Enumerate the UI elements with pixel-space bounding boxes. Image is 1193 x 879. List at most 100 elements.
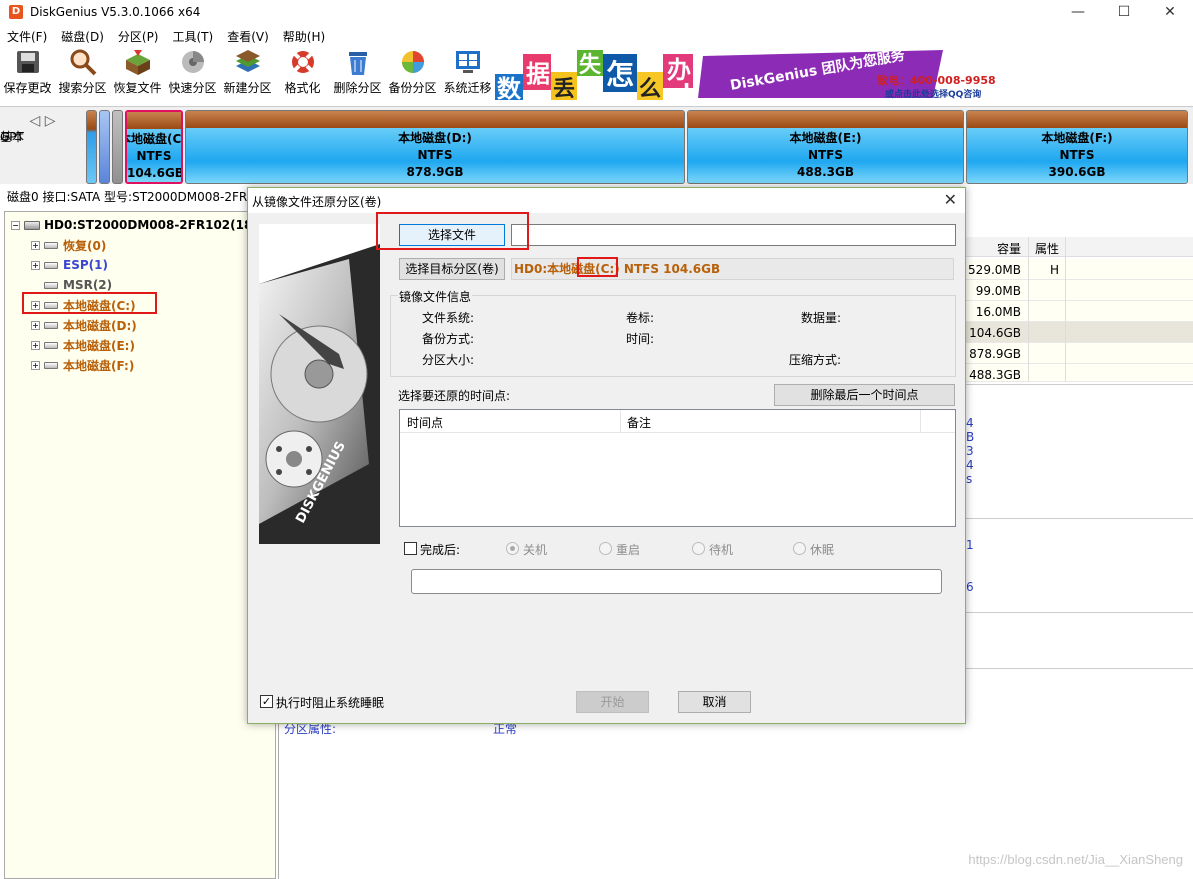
column-note[interactable]: 备注: [627, 414, 651, 431]
system-migration-button[interactable]: 系统迁移: [440, 48, 495, 100]
app-logo-icon: D: [9, 5, 23, 19]
expand-icon[interactable]: +: [31, 240, 40, 250]
partition-block-esp[interactable]: [99, 110, 110, 184]
capacity-cell: 529.0MB: [968, 263, 1021, 277]
tree-item-label: ESP(1): [63, 258, 108, 272]
menu-disk[interactable]: 磁盘(D): [54, 28, 111, 45]
expand-icon[interactable]: +: [31, 320, 40, 330]
start-button[interactable]: 开始: [576, 691, 649, 713]
hibernate-radio[interactable]: [793, 542, 806, 555]
menu-tools[interactable]: 工具(T): [166, 28, 221, 45]
tree-item-label: 恢复(0): [63, 238, 107, 253]
capacity-cell: 16.0MB: [975, 305, 1021, 319]
image-file-path-input[interactable]: [511, 224, 956, 246]
expand-icon[interactable]: +: [31, 340, 40, 350]
format-button[interactable]: 格式化: [275, 48, 330, 100]
partition-cap: [688, 111, 963, 128]
table-row[interactable]: 488.3GB: [965, 364, 1193, 382]
window-controls: — ☐ ✕: [1055, 0, 1193, 24]
dialog-close-icon[interactable]: ✕: [944, 190, 957, 209]
backup-partition-button[interactable]: 备份分区: [385, 48, 440, 100]
partition-label: 本地磁盘(D:) NTFS 878.9GB: [186, 130, 684, 181]
partition-block-recovery[interactable]: [86, 110, 97, 184]
toolbar-label: 删除分区: [333, 81, 382, 95]
disk-nav-arrows-icon[interactable]: ◁ ▷: [0, 113, 85, 129]
menu-bar: 文件(F) 磁盘(D) 分区(P) 工具(T) 查看(V) 帮助(H): [0, 25, 332, 47]
quick-partition-button[interactable]: 快速分区: [165, 48, 220, 100]
column-separator: [920, 410, 921, 432]
delete-last-timepoint-button[interactable]: 删除最后一个时间点: [774, 384, 955, 406]
table-row[interactable]: 878.9GB: [965, 343, 1193, 364]
column-separator: [620, 410, 621, 432]
partition-block-e[interactable]: 本地磁盘(E:) NTFS 488.3GB: [687, 110, 964, 184]
tree-item-f[interactable]: + 本地磁盘(F:): [31, 355, 134, 375]
image-info-group: [390, 295, 956, 377]
new-partition-button[interactable]: 新建分区: [220, 48, 275, 100]
highlight-target-c: [577, 257, 618, 277]
menu-partition[interactable]: 分区(P): [111, 28, 166, 45]
prevent-sleep-checkbox[interactable]: ✓: [260, 695, 273, 708]
partition-name: 本地磁盘(C:): [127, 132, 182, 146]
partition-cap: [967, 111, 1187, 128]
close-window-button[interactable]: ✕: [1147, 0, 1193, 24]
table-row-selected[interactable]: 104.6GB: [965, 322, 1193, 343]
partition-block-c[interactable]: 本地磁盘(C:) NTFS 104.6GB: [125, 110, 183, 184]
volume-label: 卷标:: [626, 311, 655, 325]
select-target-partition-button[interactable]: 选择目标分区(卷): [399, 258, 505, 280]
search-partition-button[interactable]: 搜索分区: [55, 48, 110, 100]
menu-file[interactable]: 文件(F): [0, 28, 54, 45]
table-row[interactable]: 16.0MB: [965, 301, 1193, 322]
tree-item-esp[interactable]: + ESP(1): [31, 255, 108, 275]
tree-item-e[interactable]: + 本地磁盘(E:): [31, 335, 135, 355]
toolbar-label: 保存更改: [3, 81, 52, 95]
partition-label: 本地磁盘(F:) NTFS 390.6GB: [967, 130, 1187, 181]
banner-char: 怎: [606, 58, 634, 91]
partition-size: 390.6GB: [1048, 165, 1106, 179]
collapse-icon[interactable]: −: [11, 220, 20, 230]
minimize-button[interactable]: —: [1055, 0, 1101, 24]
tree-item-recovery[interactable]: + 恢复(0): [31, 235, 106, 255]
migrate-windows-icon: [455, 51, 480, 73]
partition-block-f[interactable]: 本地磁盘(F:) NTFS 390.6GB: [966, 110, 1188, 184]
column-timepoint[interactable]: 时间点: [407, 414, 443, 431]
recover-files-button[interactable]: 恢复文件: [110, 48, 165, 100]
tree-item-label: MSR(2): [63, 278, 113, 292]
capacity-cell: 99.0MB: [975, 284, 1021, 298]
table-row[interactable]: 99.0MB: [965, 280, 1193, 301]
timepoint-list-header: 时间点 备注: [400, 410, 955, 433]
tree-item-label: 本地磁盘(E:): [63, 338, 135, 353]
partition-block-msr[interactable]: [112, 110, 123, 184]
cancel-button[interactable]: 取消: [678, 691, 751, 713]
column-attribute[interactable]: 属性: [1035, 240, 1059, 257]
expand-icon[interactable]: +: [31, 260, 40, 270]
table-row[interactable]: 529.0MB H: [965, 259, 1193, 280]
trash-icon: [348, 52, 367, 75]
detail-fragment: B: [966, 430, 975, 444]
tree-item-d[interactable]: + 本地磁盘(D:): [31, 315, 137, 335]
after-complete-checkbox[interactable]: [404, 542, 417, 555]
highlight-select-file: [376, 212, 529, 250]
tree-disk-root[interactable]: − HD0:ST2000DM008-2FR102(1863: [11, 215, 269, 235]
new-partition-layers-icon: [235, 50, 260, 72]
maximize-button[interactable]: ☐: [1101, 0, 1147, 24]
standby-radio[interactable]: [692, 542, 705, 555]
backup-mode-label: 备份方式:: [422, 332, 475, 346]
hard-drive-illustration: DISKGENIUS: [259, 224, 380, 544]
shutdown-radio[interactable]: [506, 542, 519, 555]
column-capacity[interactable]: 容量: [997, 240, 1021, 257]
detail-fragment: s: [966, 472, 973, 486]
menu-help[interactable]: 帮助(H): [276, 28, 332, 45]
restart-radio[interactable]: [599, 542, 612, 555]
partition-icon: [44, 341, 58, 349]
disk-quick-icon: [181, 51, 204, 73]
title-bar: D DiskGenius V5.3.0.1066 x64 — ☐ ✕: [0, 0, 1193, 24]
partition-block-d[interactable]: 本地磁盘(D:) NTFS 878.9GB: [185, 110, 685, 184]
delete-partition-button[interactable]: 删除分区: [330, 48, 385, 100]
partition-size: 104.6GB: [127, 166, 183, 180]
ad-banner[interactable]: 数 据 丢 失 怎 么 办 ! DiskGenius 团队为您服务 致电：400…: [493, 46, 996, 103]
save-changes-button[interactable]: 保存更改: [0, 48, 55, 100]
expand-icon[interactable]: +: [31, 360, 40, 370]
dialog-titlebar: 从镜像文件还原分区(卷) ✕: [248, 188, 965, 213]
menu-view[interactable]: 查看(V): [220, 28, 276, 45]
timepoint-list[interactable]: 时间点 备注: [399, 409, 956, 527]
